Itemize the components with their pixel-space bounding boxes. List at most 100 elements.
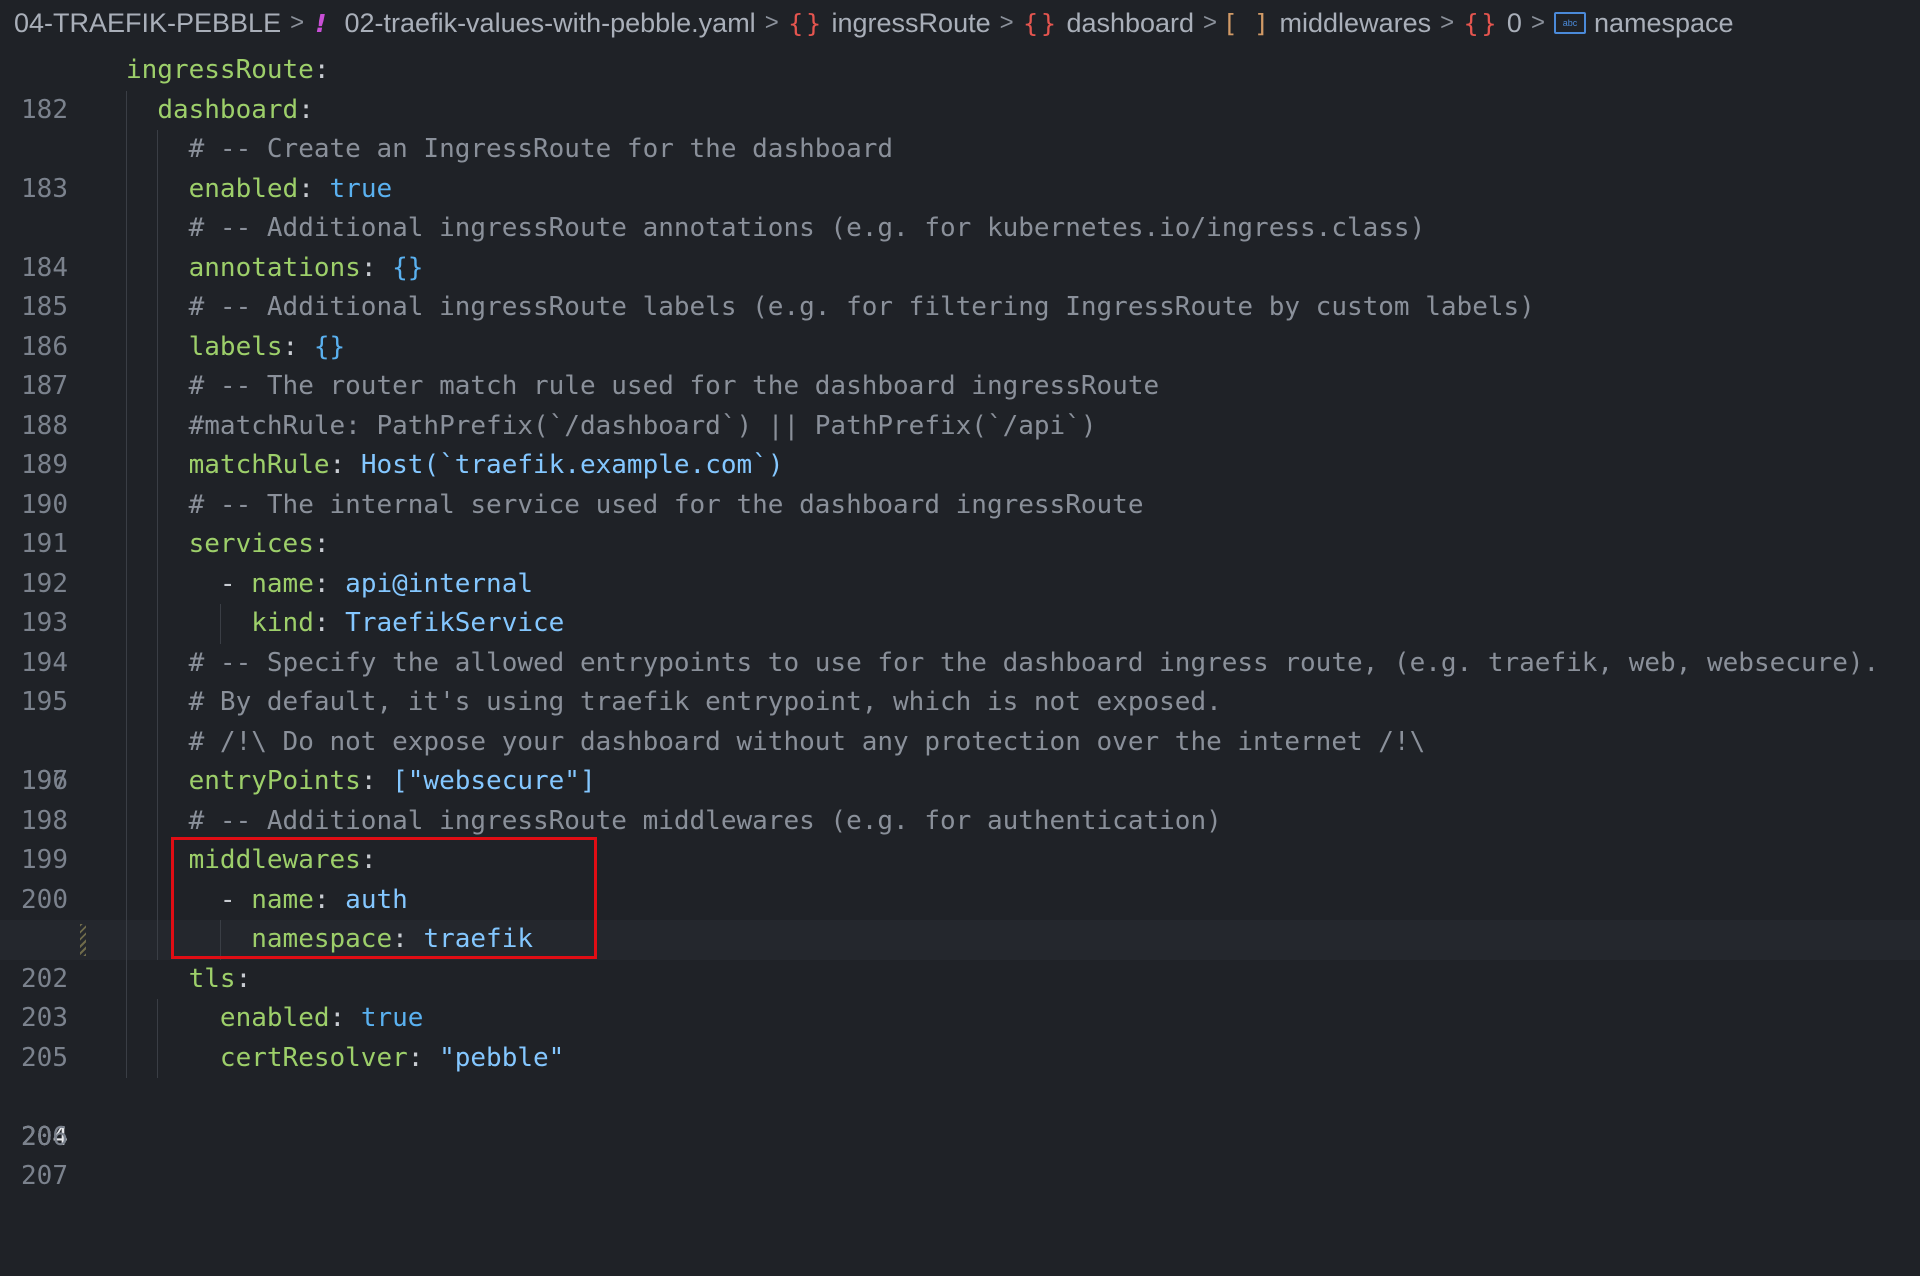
code-line[interactable]: 200 entryPoints: ["websecure"] (0, 762, 1920, 915)
line-content: # -- Additional ingressRoute middlewares… (126, 802, 1222, 842)
line-content: dashboard: (126, 91, 314, 131)
code-line[interactable]: 188 # -- Additional ingressRoute labels … (0, 288, 1920, 441)
breadcrumb-folder[interactable]: 04-TRAEFIK-PEBBLE (14, 8, 281, 39)
yaml-comment: # -- The internal service used for the d… (188, 489, 1144, 520)
code-line[interactable]: 186 # -- Additional ingressRoute annotat… (0, 209, 1920, 362)
yaml-comment: # -- Specify the allowed entrypoints to … (188, 647, 1880, 678)
yaml-value: Host(`traefik.example.com`) (360, 450, 784, 480)
code-line[interactable]: 196 kind: TraefikService (0, 604, 1920, 796)
code-line[interactable]: 182 ingressRoute: (0, 51, 1920, 125)
string-property-icon: abc (1553, 12, 1586, 34)
yaml-colon: : (313, 608, 330, 638)
code-line[interactable]: 187 annotations: {} (0, 248, 1920, 401)
yaml-colon: : (282, 331, 299, 362)
line-content: # -- Additional ingressRoute labels (e.g… (126, 288, 1535, 328)
breadcrumb-item-middlewares[interactable]: [ ] middlewares (1226, 8, 1431, 39)
code-line[interactable]: 194 services: (0, 525, 1920, 678)
code-line[interactable]: 199 # /!\ Do not expose your dashboard w… (0, 722, 1920, 875)
code-line[interactable]: 192 matchRule: Host(`traefik.example.com… (0, 446, 1920, 599)
code-line[interactable]: 193 # -- The internal service used for t… (0, 485, 1920, 638)
code-line[interactable]: 203 - name: auth (0, 880, 1920, 1033)
breadcrumb-item-namespace[interactable]: abc namespace (1553, 8, 1734, 39)
line-content: # -- The internal service used for the d… (126, 486, 1144, 526)
yaml-key: services (188, 529, 314, 559)
code-line[interactable]: 184 # -- Create an IngressRoute for the … (0, 130, 1920, 283)
chevron-right-icon: > (764, 9, 779, 36)
line-content: labels: {} (126, 328, 346, 368)
yaml-value: "pebble" (439, 1042, 565, 1073)
code-line[interactable]: 202 middlewares: (0, 841, 1920, 994)
line-content: - name: auth (126, 881, 408, 921)
yaml-value: true (329, 173, 393, 204)
breadcrumb-folder-label: 04-TRAEFIK-PEBBLE (14, 7, 282, 38)
line-content: middlewares: (126, 841, 377, 881)
chevron-right-icon: > (1203, 9, 1218, 36)
chevron-right-icon: > (1530, 9, 1545, 36)
line-content: tls: (126, 960, 252, 1000)
code-line[interactable]: 205 tls: (0, 959, 1920, 1073)
yaml-dash: - (219, 568, 236, 599)
code-line[interactable]: 206 enabled: true (0, 999, 1920, 1152)
line-content: # By default, it's using traefik entrypo… (126, 683, 1222, 723)
line-content: # /!\ Do not expose your dashboard witho… (126, 723, 1426, 763)
code-line[interactable]: 185 enabled: true (0, 169, 1920, 322)
yaml-colon: : (313, 529, 330, 559)
yaml-key: dashboard (157, 94, 299, 125)
code-line[interactable]: 189 labels: {} (0, 327, 1920, 480)
line-content: # -- The router match rule used for the … (126, 367, 1160, 407)
chevron-right-icon: > (290, 9, 305, 36)
yaml-key: entryPoints (188, 766, 361, 796)
yaml-comment: # -- Additional ingressRoute labels (e.g… (188, 292, 1535, 322)
yaml-comment: #matchRule: PathPrefix(`/dashboard`) || … (188, 410, 1097, 441)
yaml-colon: : (329, 1003, 346, 1033)
yaml-colon: : (392, 924, 408, 954)
object-icon: {} (1022, 8, 1059, 38)
line-content: - name: api@internal (126, 565, 533, 605)
code-line-current[interactable]: 204 namespace: traefik (0, 920, 1920, 1152)
yaml-key: matchRule (188, 450, 330, 480)
array-icon: [ ] (1226, 8, 1272, 38)
code-line[interactable]: 197 # -- Specify the allowed entrypoints… (0, 643, 1920, 796)
line-content: # -- Create an IngressRoute for the dash… (126, 130, 893, 170)
line-content: ingressRoute: (126, 51, 330, 91)
code-line[interactable]: 183 dashboard: (0, 90, 1920, 204)
line-content: entryPoints: ["websecure"] (126, 762, 596, 802)
yaml-value: true (360, 1003, 424, 1033)
breadcrumb-item-label: middlewares (1279, 7, 1432, 38)
yaml-colon: : (313, 568, 330, 599)
line-content: certResolver: "pebble" (126, 1039, 564, 1079)
line-content: enabled: true (126, 999, 424, 1039)
code-editor[interactable]: 182 ingressRoute: 183 dashboard: 184 # -… (0, 51, 1920, 1191)
code-line[interactable]: 191 #matchRule: PathPrefix(`/dashboard`)… (0, 406, 1920, 559)
object-icon: {} (1463, 8, 1499, 38)
yaml-comment: # -- Additional ingressRoute annotations… (188, 213, 1426, 243)
line-content: annotations: {} (126, 249, 424, 289)
yaml-key: enabled (219, 1003, 330, 1033)
code-line[interactable]: 207 certResolver: "pebble" (0, 1038, 1920, 1191)
yaml-colon: : (298, 173, 314, 204)
yaml-dash: - (219, 884, 236, 915)
chevron-right-icon: > (999, 9, 1014, 36)
yaml-value: ["websecure"] (392, 766, 596, 796)
code-line[interactable]: 198 # By default, it's using traefik ent… (0, 683, 1920, 836)
breadcrumb: 04-TRAEFIK-PEBBLE > ! 02-traefik-values-… (0, 0, 1920, 46)
yaml-colon: : (360, 252, 377, 283)
yaml-key: labels (188, 331, 283, 362)
yaml-colon: : (360, 845, 377, 875)
code-line[interactable]: 201 # -- Additional ingressRoute middlew… (0, 801, 1920, 954)
code-line[interactable]: 190 # -- The router match rule used for … (0, 367, 1920, 520)
breadcrumb-item-0[interactable]: {} 0 (1463, 8, 1522, 39)
breadcrumb-item-ingressroute[interactable]: {} ingressRoute (788, 8, 991, 39)
chevron-right-icon: > (1440, 9, 1455, 36)
breadcrumb-item-label: ingressRoute (831, 7, 991, 38)
yaml-key: tls (188, 963, 236, 994)
breadcrumb-file[interactable]: ! 02-traefik-values-with-pebble.yaml (313, 8, 756, 39)
object-icon: {} (787, 8, 824, 38)
yaml-comment: # By default, it's using traefik entrypo… (188, 687, 1222, 717)
yaml-value: api@internal (345, 568, 534, 599)
code-line[interactable]: 195 - name: api@internal (0, 564, 1920, 717)
yaml-colon: : (298, 94, 314, 125)
yaml-colon: : (313, 884, 330, 915)
yaml-key: kind (251, 608, 314, 638)
breadcrumb-item-dashboard[interactable]: {} dashboard (1023, 8, 1194, 39)
